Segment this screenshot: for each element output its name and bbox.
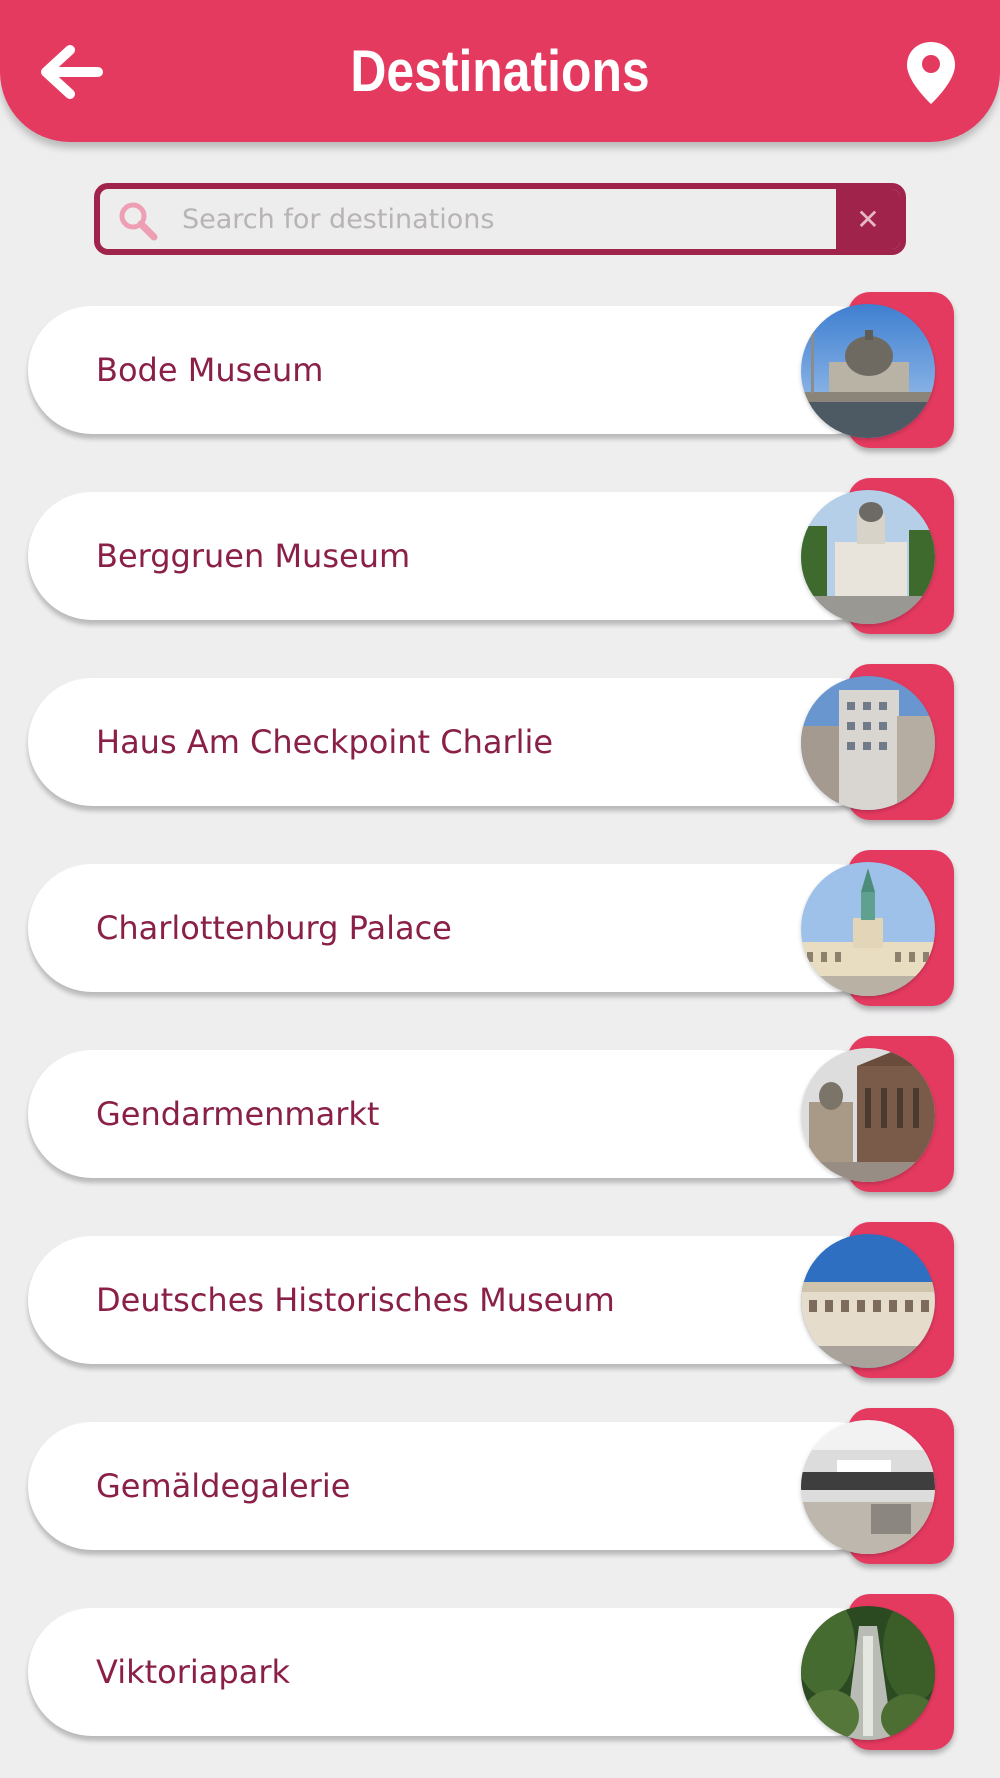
destination-thumbnail[interactable] [801, 1420, 935, 1554]
item-card[interactable]: Deutsches Historisches Museum [28, 1236, 898, 1364]
destination-thumbnail[interactable] [801, 304, 935, 438]
list-item[interactable]: Charlottenburg Palace [28, 850, 954, 1006]
list-item[interactable]: Gendarmenmarkt [28, 1036, 954, 1192]
destination-thumbnail[interactable] [801, 490, 935, 624]
close-icon: ✕ [856, 202, 880, 236]
destination-name: Gendarmenmarkt [96, 1095, 380, 1133]
page-title: Destinations [350, 39, 650, 104]
item-card[interactable]: Charlottenburg Palace [28, 864, 898, 992]
destination-thumbnail[interactable] [801, 1048, 935, 1182]
list-item[interactable]: Gemäldegalerie [28, 1408, 954, 1564]
destination-thumbnail[interactable] [801, 862, 935, 996]
list-item[interactable]: Deutsches Historisches Museum [28, 1222, 954, 1378]
item-card[interactable]: Bode Museum [28, 306, 898, 434]
list-item[interactable]: Viktoriapark [28, 1594, 954, 1750]
destination-thumbnail[interactable] [801, 676, 935, 810]
list-item[interactable]: Bode Museum [28, 292, 954, 448]
destination-name: Bode Museum [96, 351, 324, 389]
clear-search-button[interactable]: ✕ [836, 189, 900, 249]
item-card[interactable]: Gemäldegalerie [28, 1422, 898, 1550]
map-pin-icon [907, 42, 955, 104]
item-card[interactable]: Haus Am Checkpoint Charlie [28, 678, 898, 806]
destination-thumbnail[interactable] [801, 1606, 935, 1740]
item-card[interactable]: Viktoriapark [28, 1608, 898, 1736]
destination-thumbnail[interactable] [801, 1234, 935, 1368]
destination-name: Haus Am Checkpoint Charlie [96, 723, 554, 761]
destination-name: Charlottenburg Palace [96, 909, 452, 947]
destination-name: Gemäldegalerie [96, 1467, 351, 1505]
app-header: Destinations [0, 0, 1000, 142]
location-button[interactable] [904, 40, 958, 106]
list-item[interactable]: Haus Am Checkpoint Charlie [28, 664, 954, 820]
search-bar: ✕ [94, 183, 906, 255]
destination-name: Berggruen Museum [96, 537, 411, 575]
search-icon [119, 202, 158, 241]
search-input[interactable] [182, 189, 832, 249]
item-card[interactable]: Gendarmenmarkt [28, 1050, 898, 1178]
destination-name: Deutsches Historisches Museum [96, 1281, 615, 1319]
item-card[interactable]: Berggruen Museum [28, 492, 898, 620]
destination-name: Viktoriapark [96, 1653, 290, 1691]
list-item[interactable]: Berggruen Museum [28, 478, 954, 634]
destinations-screen: Destinations ✕ Bode Museum [0, 0, 1000, 1778]
